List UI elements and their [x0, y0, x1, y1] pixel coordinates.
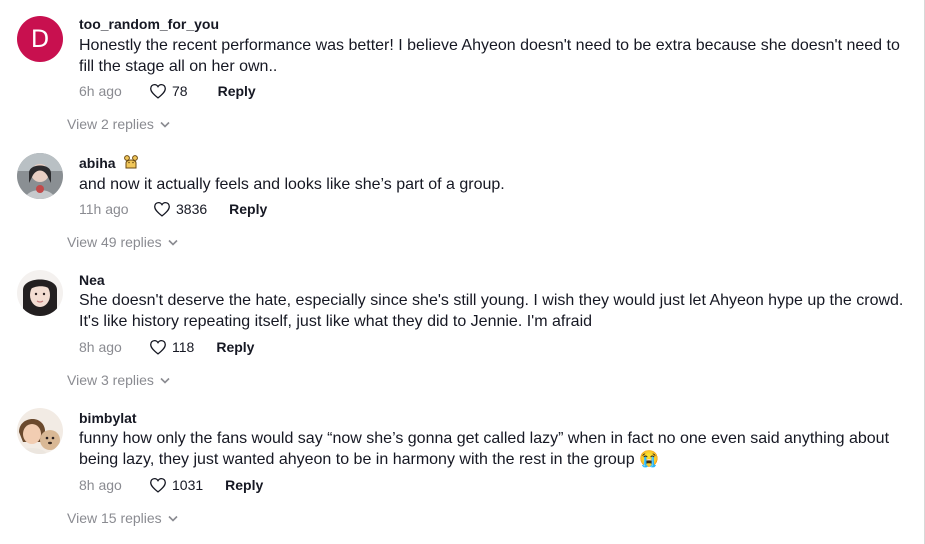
reply-button[interactable]: Reply [218, 83, 256, 99]
like-count: 78 [172, 83, 188, 99]
avatar[interactable] [17, 153, 63, 199]
comment-username[interactable]: abiha [79, 154, 139, 173]
comment-text: and now it actually feels and looks like… [79, 176, 505, 193]
avatar-photo [17, 408, 63, 454]
view-replies-label: View 49 replies [67, 234, 162, 250]
comment-text-body: funny how only the fans would say “now s… [79, 430, 890, 468]
like-button[interactable]: 78 [149, 83, 188, 99]
reply-button[interactable]: Reply [229, 201, 267, 217]
chevron-down-icon [168, 515, 178, 522]
like-button[interactable]: 1031 [149, 477, 203, 493]
like-button[interactable]: 3836 [153, 201, 207, 217]
chevron-down-icon [160, 377, 170, 384]
heart-outline-icon [150, 83, 166, 99]
comment-text: funny how only the fans would say “now s… [79, 428, 909, 470]
chevron-down-icon [168, 239, 178, 246]
comment-meta: 8h ago 118 Reply [79, 337, 254, 357]
heart-outline-icon [150, 477, 166, 493]
comment-time: 8h ago [79, 339, 122, 355]
bear-badge-icon [123, 154, 139, 173]
avatar-photo [17, 153, 63, 199]
comment-time: 11h ago [79, 201, 129, 217]
like-count: 3836 [176, 201, 208, 217]
avatar[interactable]: D [17, 16, 63, 62]
view-replies-label: View 3 replies [67, 372, 154, 388]
view-replies-button[interactable]: View 2 replies [67, 116, 170, 132]
comment-username[interactable]: Nea [79, 272, 105, 288]
avatar[interactable] [17, 270, 63, 316]
heart-outline-icon [150, 339, 166, 355]
comment-time: 8h ago [79, 477, 122, 493]
like-count: 118 [172, 339, 195, 355]
comment-meta: 11h ago 3836 Reply [79, 199, 267, 219]
view-replies-button[interactable]: View 49 replies [67, 234, 178, 250]
username-label: abiha [79, 155, 116, 171]
comment-username[interactable]: bimbylat [79, 410, 137, 426]
view-replies-label: View 2 replies [67, 116, 154, 132]
comment-text: Honestly the recent performance was bett… [79, 37, 900, 75]
avatar-letter: D [30, 25, 50, 53]
view-replies-button[interactable]: View 3 replies [67, 372, 170, 388]
reply-button[interactable]: Reply [216, 339, 254, 355]
heart-outline-icon [154, 201, 170, 217]
avatar[interactable] [17, 408, 63, 454]
avatar-photo [17, 270, 63, 316]
view-replies-button[interactable]: View 15 replies [67, 510, 178, 526]
view-replies-label: View 15 replies [67, 510, 162, 526]
comment-meta: 8h ago 1031 Reply [79, 475, 263, 495]
comment-text: She doesn't deserve the hate, especially… [79, 292, 904, 330]
comment-username[interactable]: too_random_for_you [79, 16, 219, 32]
comment-time: 6h ago [79, 83, 122, 99]
comments-panel: D too_random_for_you Honestly the recent… [0, 0, 925, 544]
like-button[interactable]: 118 [149, 339, 194, 355]
like-count: 1031 [172, 477, 204, 493]
chevron-down-icon [160, 121, 170, 128]
reply-button[interactable]: Reply [225, 477, 263, 493]
comment-meta: 6h ago 78 Reply [79, 81, 256, 101]
